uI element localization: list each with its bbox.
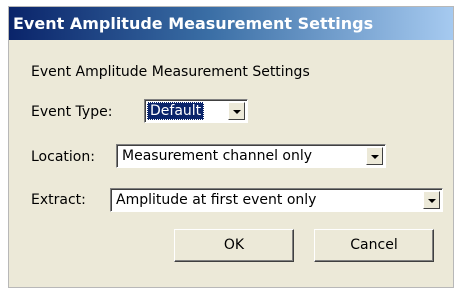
chevron-down-icon[interactable]: [423, 191, 440, 209]
location-label: Location:: [31, 149, 95, 165]
settings-dialog: Event Amplitude Measurement Settings Eve…: [8, 6, 454, 288]
section-heading: Event Amplitude Measurement Settings: [31, 64, 310, 80]
event-type-dropdown[interactable]: Default: [144, 99, 248, 123]
location-dropdown[interactable]: Measurement channel only: [116, 144, 386, 168]
chevron-down-icon[interactable]: [228, 102, 245, 120]
cancel-button[interactable]: Cancel: [314, 229, 434, 262]
extract-value: Amplitude at first event only: [116, 192, 317, 208]
location-value: Measurement channel only: [122, 148, 313, 164]
event-type-label: Event Type:: [31, 104, 113, 120]
extract-dropdown[interactable]: Amplitude at first event only: [110, 188, 443, 212]
event-type-value: Default: [147, 102, 205, 120]
chevron-down-icon[interactable]: [366, 147, 383, 165]
window-title: Event Amplitude Measurement Settings: [9, 7, 453, 40]
extract-label: Extract:: [31, 192, 86, 208]
ok-button[interactable]: OK: [174, 229, 294, 262]
